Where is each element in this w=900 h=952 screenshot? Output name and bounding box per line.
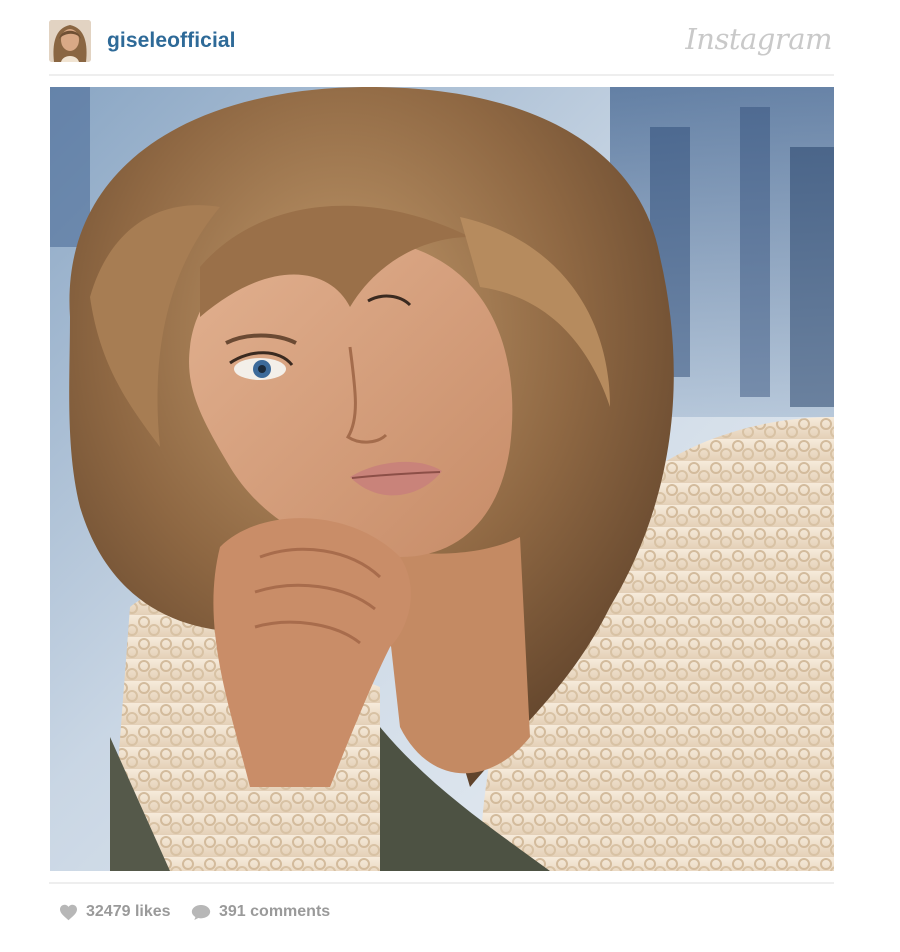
likes-count: 32479: [86, 903, 131, 920]
heart-icon: [60, 904, 77, 920]
footer-divider: [49, 882, 834, 884]
comments-stat[interactable]: 391 comments: [191, 903, 330, 921]
instagram-logo: Instagram: [685, 22, 832, 56]
likes-label: likes: [134, 903, 171, 920]
speech-bubble-icon: [191, 904, 211, 920]
header-divider: [49, 74, 834, 76]
post-header: giseleofficial Instagram: [49, 20, 834, 64]
instagram-post: giseleofficial Instagram 32479 likes 391…: [0, 0, 900, 952]
comments-count: 391: [219, 903, 246, 920]
post-photo[interactable]: [50, 87, 834, 871]
username-link[interactable]: giseleofficial: [107, 29, 236, 53]
likes-stat[interactable]: 32479 likes: [59, 903, 171, 921]
avatar[interactable]: [49, 20, 91, 62]
comments-label: comments: [250, 903, 331, 920]
post-stats: 32479 likes 391 comments: [59, 903, 330, 925]
